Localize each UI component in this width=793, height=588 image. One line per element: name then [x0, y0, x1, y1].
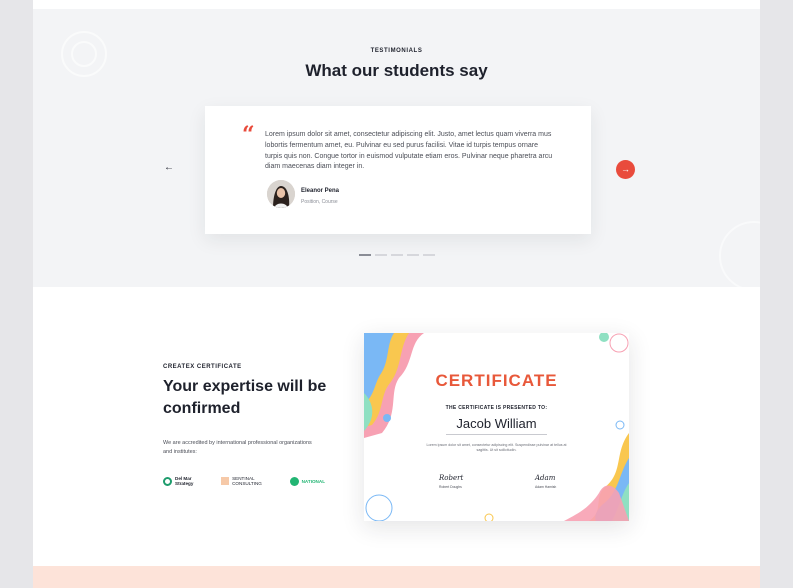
pagination-dot[interactable]	[391, 254, 403, 256]
partner-logos: Del Mar Strategy SENTINAL CONSULTING NATIO…	[163, 472, 325, 490]
testimonials-heading: What our students say	[305, 61, 488, 80]
accreditation-text: We are accredited by international profe…	[163, 440, 312, 455]
pagination-dot[interactable]	[375, 254, 387, 256]
author-name: Eleanor Pena	[301, 188, 340, 194]
certificate-heading: Your expertise will be confirmed	[163, 378, 327, 417]
signature-right: Adam	[535, 474, 556, 482]
partner-logo-text: NATIONAL	[301, 478, 325, 484]
certificate-image: CERTIFICATE THE CERTIFICATE IS PRESENTED…	[364, 333, 629, 521]
certificate-recipient: Jacob William	[456, 416, 537, 431]
certificate-eyebrow: CREATEX CERTIFICATE	[163, 364, 242, 370]
partner-logo-text: Del Mar Strategy	[175, 476, 194, 486]
testimonial-quote: Lorem ipsum dolor sit amet, consectetur …	[265, 131, 553, 171]
footer-band	[33, 566, 760, 588]
sentinal-logo-icon	[221, 477, 230, 485]
partner-logo-sentinal: SENTINAL CONSULTING	[221, 476, 262, 486]
prev-arrow-button[interactable]: ←	[163, 162, 175, 174]
pagination-dot[interactable]	[359, 254, 371, 256]
certificate-title: CERTIFICATE	[435, 371, 558, 390]
next-arrow-button[interactable]: →	[616, 160, 635, 179]
certificate-divider	[446, 434, 547, 435]
signer-right-name: Adam Hamish	[535, 485, 557, 489]
page: TESTIMONIALS What our students say ← “ L…	[33, 0, 760, 588]
pagination-dot[interactable]	[407, 254, 419, 256]
certificate-body: Lorem ipsum dolor sit amet, consectetur …	[426, 443, 567, 452]
del-mar-logo-icon	[163, 476, 172, 486]
national-logo-icon	[289, 476, 299, 486]
decorative-circle	[719, 221, 760, 291]
quote-icon: “	[242, 122, 255, 148]
author-avatar	[267, 180, 295, 208]
testimonial-card: “ Lorem ipsum dolor sit amet, consectetu…	[205, 106, 591, 234]
pagination-dot[interactable]	[423, 254, 435, 256]
testimonials-section: TESTIMONIALS What our students say ← “ L…	[33, 9, 760, 291]
partner-logo-del-mar: Del Mar Strategy	[163, 476, 193, 486]
top-strip	[33, 0, 760, 9]
slider-pagination	[359, 254, 435, 256]
signer-left-name: Robert Doughs	[439, 485, 462, 489]
partner-logo-national: NATIONAL	[289, 476, 325, 486]
certificate-presented-to: THE CERTIFICATE IS PRESENTED TO:	[445, 405, 548, 411]
partner-logo-text: SENTINAL CONSULTING	[232, 476, 262, 486]
testimonials-eyebrow: TESTIMONIALS	[370, 48, 423, 54]
author-role: Position, Course	[301, 199, 338, 205]
signature-left: Robert	[439, 474, 464, 482]
